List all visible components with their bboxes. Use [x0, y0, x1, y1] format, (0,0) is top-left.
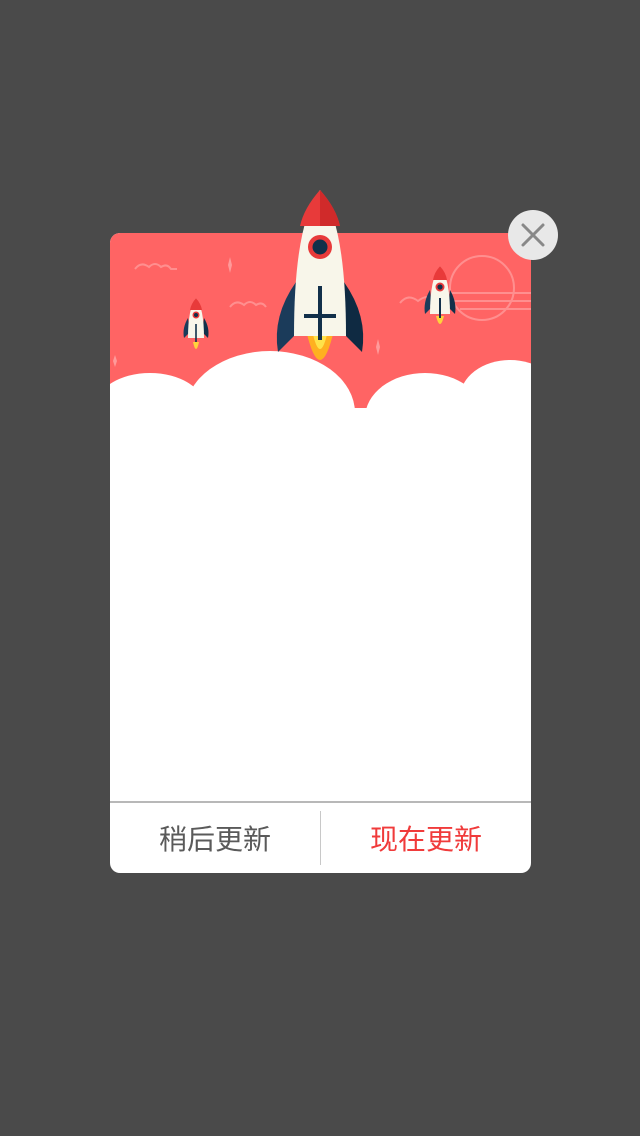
close-icon — [521, 223, 545, 247]
close-button[interactable] — [508, 210, 558, 260]
update-dialog: 稍后更新 现在更新 — [110, 233, 531, 873]
update-later-button[interactable]: 稍后更新 — [110, 803, 320, 873]
dialog-footer: 稍后更新 现在更新 — [110, 801, 531, 873]
update-now-button[interactable]: 现在更新 — [321, 803, 531, 873]
dialog-content — [110, 433, 531, 801]
dialog-banner — [110, 233, 531, 433]
